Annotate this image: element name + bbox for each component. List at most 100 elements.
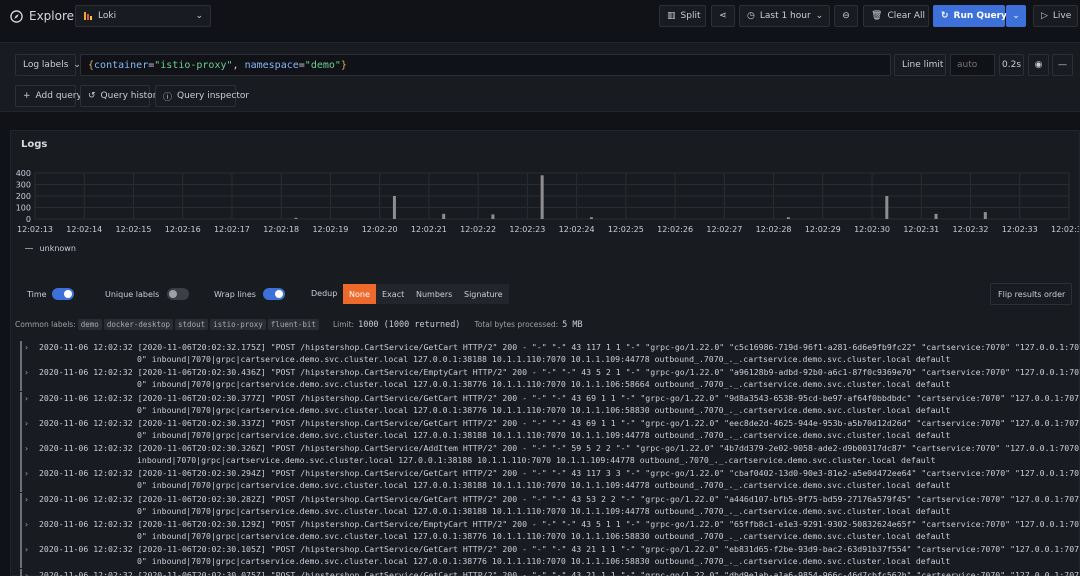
clear-all-button[interactable]: 🗑 Clear All xyxy=(863,5,929,27)
wrap-lines-toggle[interactable] xyxy=(262,288,285,300)
x-tick-label: 12:02:22 xyxy=(460,225,496,234)
x-tick-label: 12:02:17 xyxy=(214,225,250,234)
bytes-processed-value: 5 MB xyxy=(562,319,583,330)
y-tick-label: 400 xyxy=(16,169,31,178)
time-toggle[interactable] xyxy=(51,288,74,300)
dedup-none-option[interactable]: None xyxy=(343,284,376,304)
share-button[interactable]: ⋖ xyxy=(711,5,735,27)
log-row[interactable]: › 2020-11-06 12:02:32 [2020-11-06T20:02:3… xyxy=(20,492,1080,518)
volume-bar xyxy=(589,217,593,219)
legend-series-marker xyxy=(25,248,33,249)
trash-icon: 🗑 xyxy=(871,11,883,21)
limit-label: Limit: xyxy=(332,320,355,329)
flip-results-order-button[interactable]: Flip results order xyxy=(990,283,1072,305)
wrap-lines-option[interactable]: Wrap lines xyxy=(214,288,285,300)
chevron-right-icon[interactable]: › xyxy=(24,518,29,530)
dedup-numbers-option[interactable]: Numbers xyxy=(410,284,459,304)
live-button[interactable]: ▷ Live xyxy=(1033,5,1078,27)
log-line-wrap: 0" inbound|7070|grpc|cartservice.demo.sv… xyxy=(137,429,951,440)
x-tick-label: 12:02:25 xyxy=(608,225,644,234)
log-rows: › 2020-11-06 12:02:32 [2020-11-06T20:02:3… xyxy=(20,341,1080,576)
remove-query-button[interactable]: — xyxy=(1052,54,1073,76)
x-tick-label: 12:02:33 xyxy=(1002,225,1038,234)
run-query-button[interactable]: ↻ Run Query xyxy=(933,5,1007,27)
x-tick-label: 12:02:15 xyxy=(116,225,152,234)
log-line-wrap: 0" inbound|7070|grpc|cartservice.demo.sv… xyxy=(137,531,951,542)
logs-volume-chart: 0 100 200 300 400 12:02:13 12:02:14 12:02:15 12:… xyxy=(16,169,1079,234)
x-tick-label: 12:02:27 xyxy=(706,225,742,234)
dedup-label: Dedup xyxy=(311,289,338,298)
log-row[interactable]: › 2020-11-06 12:02:32 [2020-11-06T20:02:3… xyxy=(20,391,1080,417)
log-row[interactable]: › 2020-11-06 12:02:32 [2020-11-06T20:02:3… xyxy=(20,568,1080,576)
time-range-picker[interactable]: ◷ Last 1 hour ⌄ xyxy=(739,5,830,27)
log-row[interactable]: › 2020-11-06 12:02:32 [2020-11-06T20:02:3… xyxy=(20,366,1080,392)
chevron-right-icon[interactable]: › xyxy=(24,442,29,454)
dedup-exact-option[interactable]: Exact xyxy=(376,284,411,304)
share-icon: ⋖ xyxy=(719,11,727,21)
log-row[interactable]: › 2020-11-06 12:02:32 [2020-11-06T20:02:3… xyxy=(20,416,1080,442)
log-row[interactable]: › 2020-11-06 12:02:32 [2020-11-06T20:02:3… xyxy=(20,467,1080,493)
query-input[interactable]: { container = "istio-proxy" , namespace … xyxy=(80,54,891,76)
chart-legend[interactable]: unknown xyxy=(25,244,76,253)
query-separator: , xyxy=(232,59,245,71)
log-row[interactable]: › 2020-11-06 12:02:32 [2020-11-06T20:02:3… xyxy=(20,341,1080,366)
chevron-right-icon[interactable]: › xyxy=(24,417,29,429)
query-timing: 0.2s xyxy=(1002,60,1022,70)
minus-icon: — xyxy=(1058,60,1067,70)
query-label-value: "demo" xyxy=(304,59,341,71)
chevron-down-icon: ⌄ xyxy=(1012,11,1020,21)
time-range-label: Last 1 hour xyxy=(759,11,811,21)
log-line-wrap: inbound|7070|grpc|cartservice.demo.svc.c… xyxy=(137,455,936,466)
volume-bar xyxy=(540,175,544,219)
chevron-right-icon[interactable]: › xyxy=(24,467,29,479)
line-limit-input[interactable] xyxy=(950,54,995,76)
split-button[interactable]: ▥ Split xyxy=(659,5,706,27)
zoom-out-button[interactable]: ⊖ xyxy=(834,5,858,27)
common-label-tag: demo xyxy=(77,319,102,330)
query-inspector-button[interactable]: ⓘ Query inspector xyxy=(155,85,249,107)
explore-title: Explore xyxy=(10,9,74,23)
chevron-right-icon[interactable]: › xyxy=(24,341,29,353)
line-limit-text: Line limit xyxy=(902,60,944,70)
unique-labels-toggle[interactable] xyxy=(167,288,190,300)
toggle-query-visibility-button[interactable]: ◉ xyxy=(1028,54,1049,76)
log-line: 2020-11-06 12:02:32 [2020-11-06T20:02:32… xyxy=(39,342,1080,352)
info-icon: ⓘ xyxy=(163,92,173,103)
run-query-interval-dropdown[interactable]: ⌄ xyxy=(1006,5,1026,27)
log-row[interactable]: › 2020-11-06 12:02:32 [2020-11-06T20:02:3… xyxy=(20,543,1080,569)
play-icon: ▷ xyxy=(1041,11,1048,21)
dedup-signature-option[interactable]: Signature xyxy=(458,284,509,304)
add-query-label: Add query xyxy=(35,91,82,101)
log-row[interactable]: › 2020-11-06 12:02:32 [2020-11-06T20:02:3… xyxy=(20,518,1080,544)
chevron-right-icon[interactable]: › xyxy=(24,543,29,555)
history-icon: ↺ xyxy=(88,91,96,101)
y-tick-label: 0 xyxy=(26,215,31,224)
y-tick-label: 300 xyxy=(16,181,31,190)
query-label-value: "istio-proxy" xyxy=(154,59,233,71)
x-tick-label: 12:02:29 xyxy=(805,225,841,234)
time-option[interactable]: Time xyxy=(27,288,74,300)
chevron-right-icon[interactable]: › xyxy=(24,366,29,378)
query-history-button[interactable]: ↺ Query history xyxy=(80,85,162,107)
unique-labels-option[interactable]: Unique labels xyxy=(105,288,190,300)
datasource-picker[interactable]: Loki ⌄ xyxy=(75,5,211,27)
log-labels-label: Log labels xyxy=(23,60,69,70)
legend-series-name: unknown xyxy=(39,244,76,253)
clear-all-label: Clear All xyxy=(887,11,925,21)
x-tick-label: 12:02:14 xyxy=(66,225,102,234)
log-row[interactable]: › 2020-11-06 12:02:32 [2020-11-06T20:02:3… xyxy=(20,442,1080,468)
volume-bar xyxy=(442,213,446,219)
bytes-processed-label: Total bytes processed: xyxy=(474,320,559,329)
add-query-button[interactable]: + Add query xyxy=(15,85,82,107)
log-line-wrap: 0" inbound|7070|grpc|cartservice.demo.sv… xyxy=(137,354,951,364)
logs-meta: Common labels: demo docker-desktop stdou… xyxy=(15,319,583,330)
log-line: 2020-11-06 12:02:32 [2020-11-06T20:02:30… xyxy=(39,417,1080,428)
x-tick-label: 12:02:30 xyxy=(854,225,890,234)
x-tick-label: 12:02:31 xyxy=(903,225,939,234)
volume-bar xyxy=(885,196,889,219)
log-labels-button[interactable]: Log labels ⌄ xyxy=(15,54,81,76)
chevron-right-icon[interactable]: › xyxy=(24,569,29,576)
chevron-right-icon[interactable]: › xyxy=(24,493,29,505)
query-label-key: container xyxy=(94,59,149,71)
chevron-right-icon[interactable]: › xyxy=(24,392,29,404)
